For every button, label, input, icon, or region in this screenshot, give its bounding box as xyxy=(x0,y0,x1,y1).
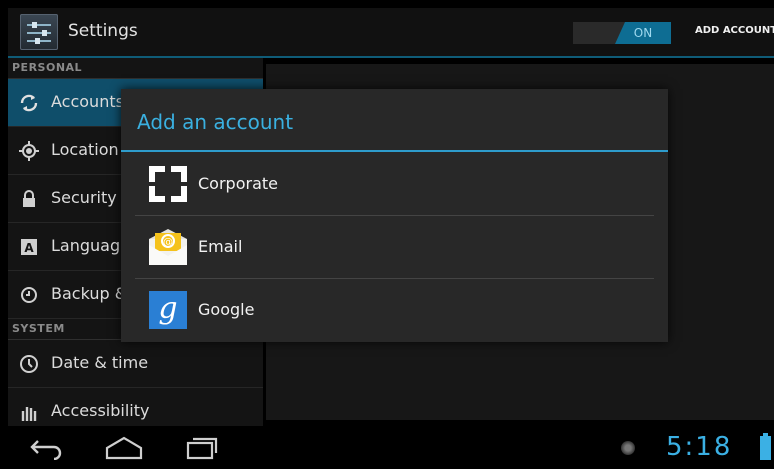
account-option-google[interactable]: g Google xyxy=(121,278,668,341)
battery-icon xyxy=(760,433,771,460)
action-bar: Settings ON ADD ACCOUNT xyxy=(8,8,774,58)
app-title: Settings xyxy=(68,21,138,41)
toggle-on-label: ON xyxy=(615,22,671,44)
section-header-personal: PERSONAL xyxy=(8,58,263,79)
keyboard-icon: A xyxy=(18,236,40,258)
recent-apps-button[interactable] xyxy=(184,434,220,464)
add-account-dialog: Add an account Corporate @ Email g Googl… xyxy=(121,89,668,342)
clock-time[interactable]: 5:18 xyxy=(666,432,732,462)
option-label: Google xyxy=(198,300,255,319)
google-icon: g xyxy=(147,290,189,330)
sidebar-item-label: Accessibility xyxy=(51,401,150,420)
settings-app-icon[interactable] xyxy=(20,14,58,50)
option-label: Corporate xyxy=(198,174,278,193)
notification-icon[interactable] xyxy=(621,441,635,455)
home-button[interactable] xyxy=(104,434,144,464)
option-label: Email xyxy=(198,237,243,256)
add-account-button[interactable]: ADD ACCOUNT xyxy=(695,25,774,36)
account-option-corporate[interactable]: Corporate xyxy=(121,152,668,215)
sidebar-item-date-time[interactable]: Date & time xyxy=(8,340,263,388)
sidebar-item-label: Date & time xyxy=(51,353,149,372)
sidebar-item-label: Location xyxy=(51,140,119,159)
sync-icon xyxy=(18,92,40,114)
account-option-email[interactable]: @ Email xyxy=(121,215,668,278)
dialog-title: Add an account xyxy=(121,89,668,152)
location-icon xyxy=(18,140,40,162)
sidebar-item-label: Languag xyxy=(51,236,121,255)
email-icon: @ xyxy=(147,227,189,267)
clock-icon xyxy=(18,353,40,375)
hand-icon xyxy=(18,401,40,423)
system-nav-bar: 5:18 xyxy=(8,426,774,469)
svg-text:@: @ xyxy=(163,237,173,248)
backup-icon xyxy=(18,284,40,306)
sidebar-item-label: Backup & xyxy=(51,284,128,303)
sidebar-item-label: Accounts xyxy=(51,92,124,111)
back-button[interactable] xyxy=(28,434,64,464)
sync-toggle[interactable]: ON xyxy=(573,22,671,44)
lock-icon xyxy=(18,188,40,210)
sidebar-item-label: Security xyxy=(51,188,117,207)
sidebar-item-accessibility[interactable]: Accessibility xyxy=(8,388,263,426)
corporate-icon xyxy=(147,164,189,204)
svg-text:A: A xyxy=(24,241,34,255)
